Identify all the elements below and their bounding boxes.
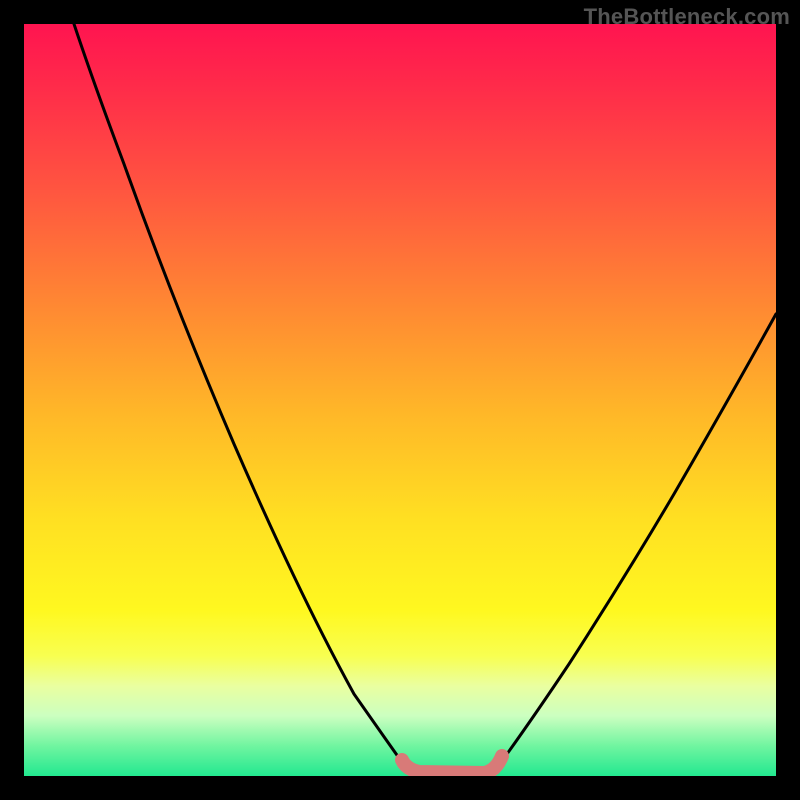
plot-area [24, 24, 776, 776]
watermark-text: TheBottleneck.com [584, 4, 790, 30]
chart-frame: TheBottleneck.com [0, 0, 800, 800]
curve-left [74, 24, 409, 772]
chart-svg [24, 24, 776, 776]
curve-right [494, 314, 776, 772]
trough-highlight [402, 756, 502, 773]
